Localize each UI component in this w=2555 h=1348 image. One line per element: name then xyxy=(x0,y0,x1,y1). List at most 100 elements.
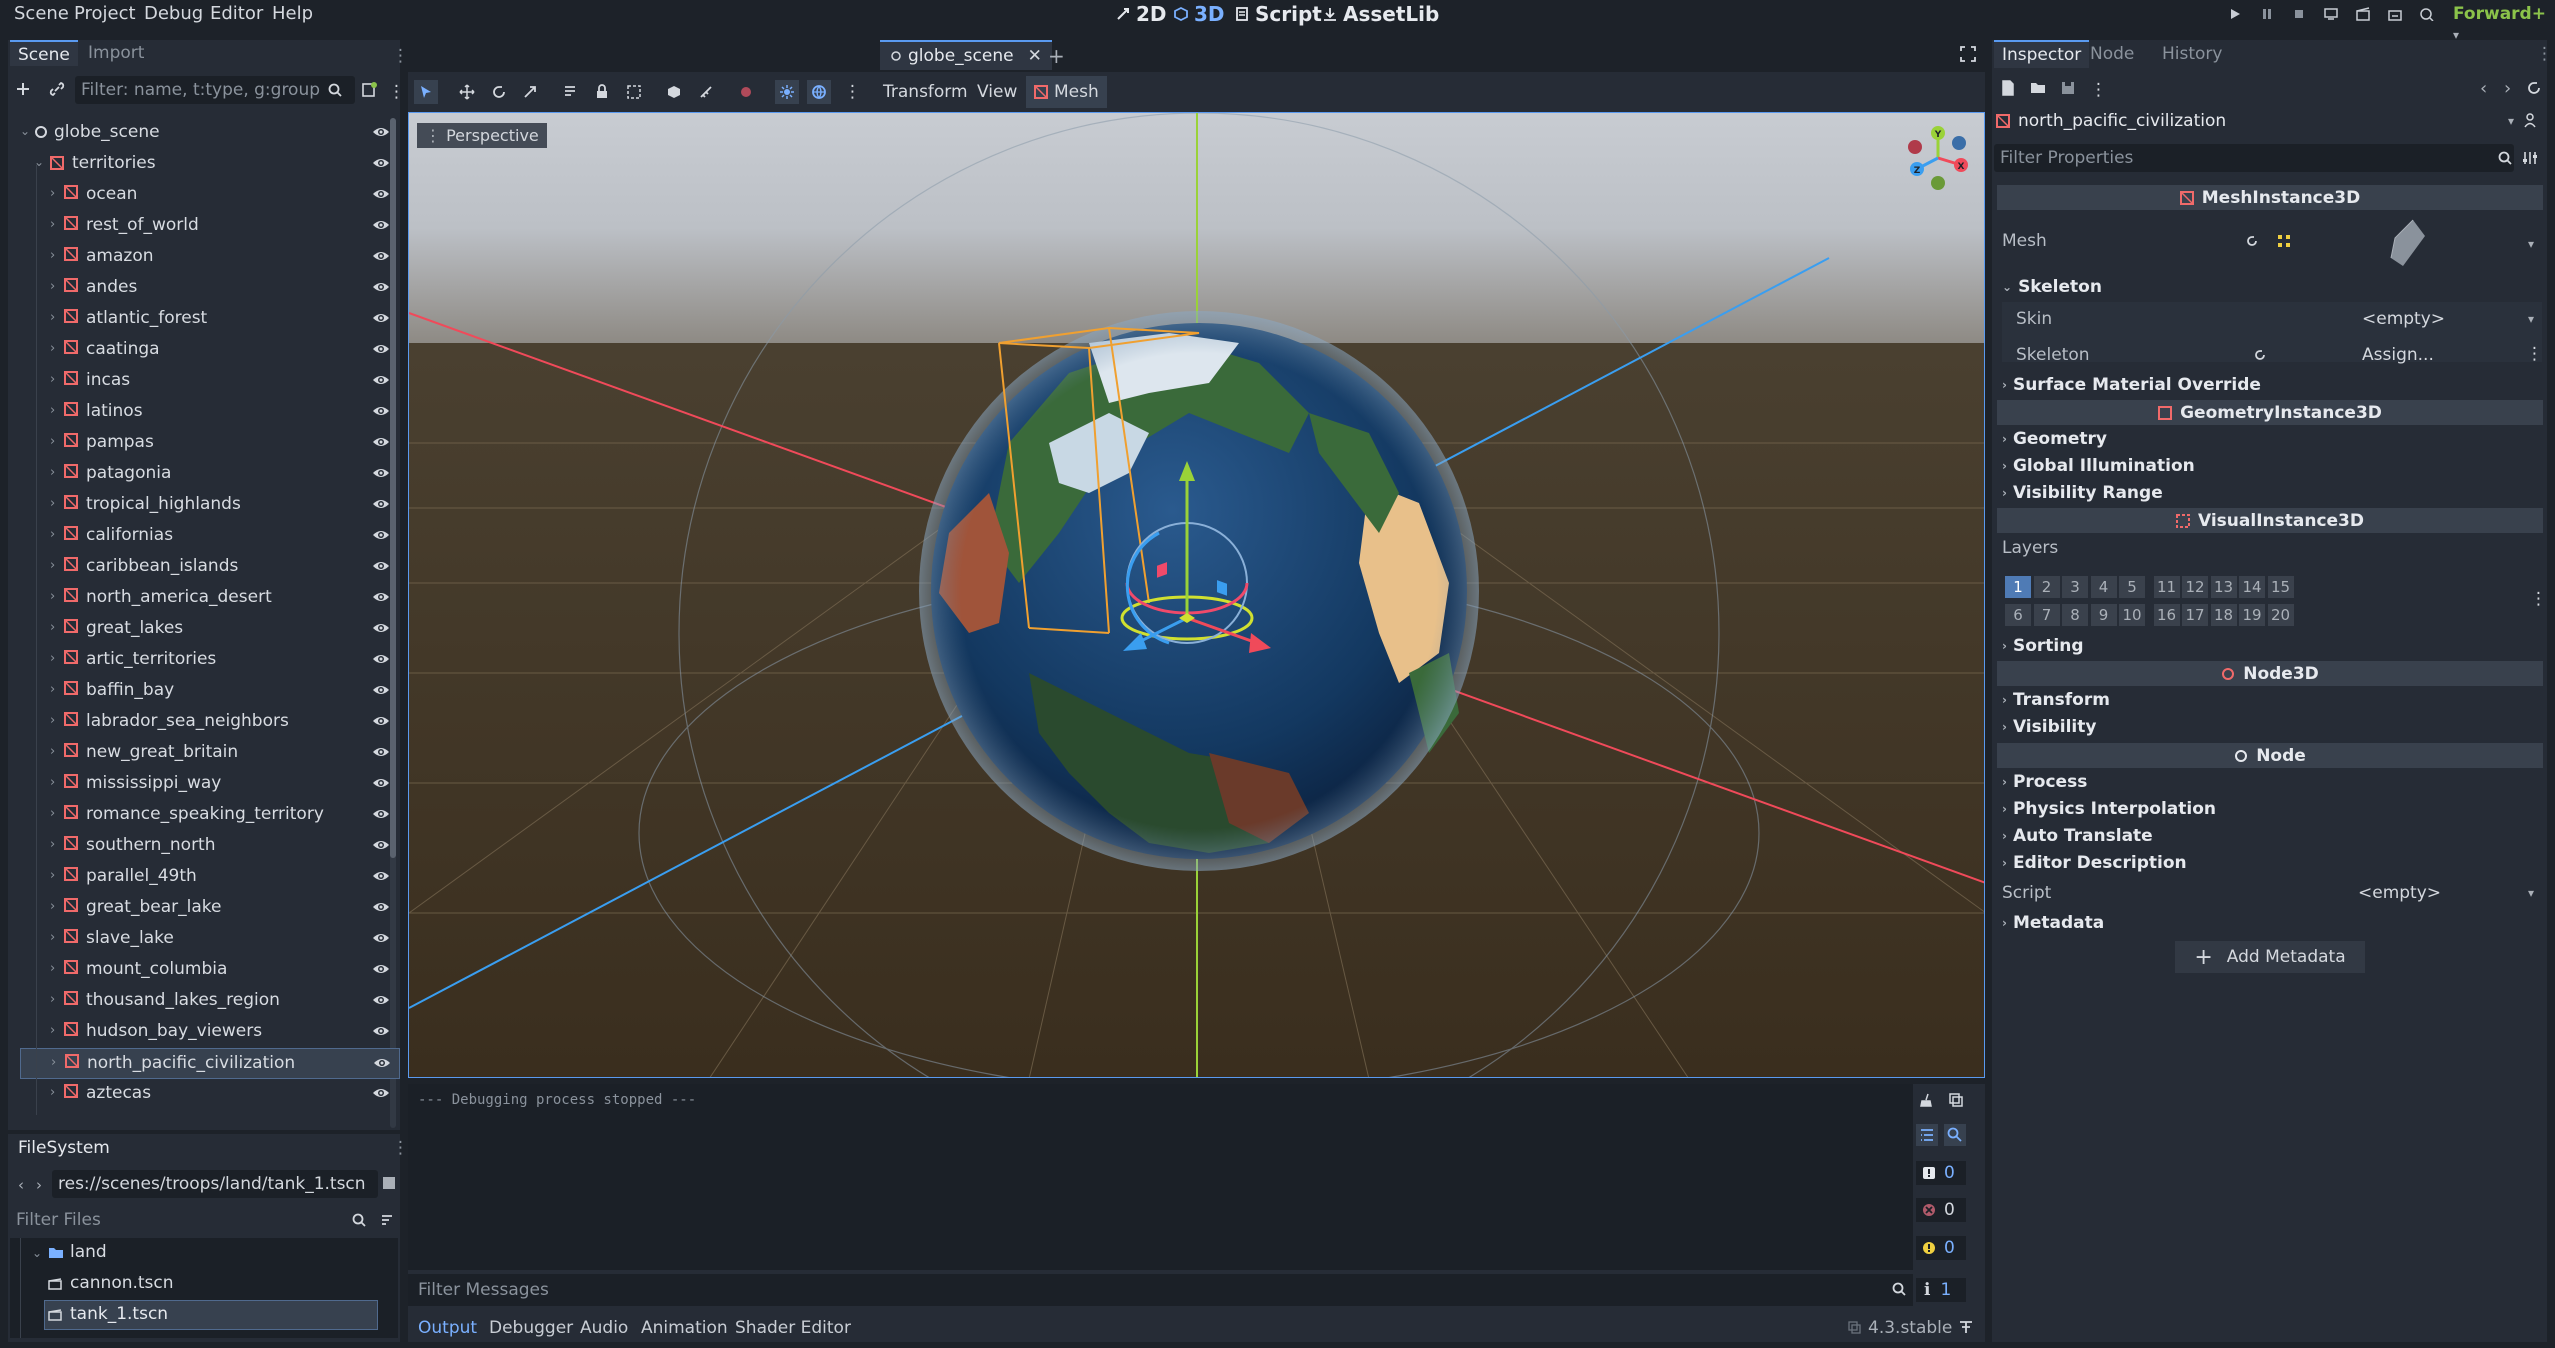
back-arrow-icon[interactable]: ‹ xyxy=(18,1176,24,1194)
tree-row[interactable]: › caribbean_islands xyxy=(20,552,400,583)
workspace-script[interactable]: Script xyxy=(1234,2,1322,26)
chevron-right-icon[interactable]: › xyxy=(50,465,55,480)
chevron-right-icon[interactable]: › xyxy=(50,248,55,263)
eye-icon[interactable] xyxy=(372,217,390,233)
filesystem-filter-input[interactable]: Filter Files xyxy=(16,1210,101,1230)
tab-scene[interactable]: Scene xyxy=(10,40,78,66)
skeleton-assign-button[interactable]: Assign... xyxy=(2362,345,2434,365)
mesh-edit-icon[interactable] xyxy=(2276,233,2292,249)
tree-row[interactable]: › andes xyxy=(20,273,400,304)
workspace-assetlib[interactable]: AssetLib xyxy=(1322,2,1439,26)
warning-count[interactable]: 0 xyxy=(1916,1236,1966,1260)
chevron-right-icon[interactable]: › xyxy=(50,527,55,542)
chevron-right-icon[interactable]: › xyxy=(50,1085,55,1100)
layer-toggle[interactable]: 5 xyxy=(2119,576,2145,598)
layer-toggle[interactable]: 1 xyxy=(2005,576,2031,598)
chevron-right-icon[interactable]: › xyxy=(50,930,55,945)
tree-row[interactable]: › great_bear_lake xyxy=(20,893,400,924)
eye-icon[interactable] xyxy=(373,1055,391,1071)
eye-icon[interactable] xyxy=(372,186,390,202)
menu-help[interactable]: Help xyxy=(272,3,313,24)
workspace-3d[interactable]: 3D xyxy=(1173,2,1225,26)
rotate-mode-button[interactable] xyxy=(487,80,511,104)
clear-output-button[interactable] xyxy=(1918,1092,1934,1108)
eye-icon[interactable] xyxy=(372,744,390,760)
add-tab-icon[interactable]: + xyxy=(1048,44,1065,68)
section-skeleton[interactable]: ⌄ Skeleton xyxy=(2002,277,2102,297)
chevron-right-icon[interactable]: › xyxy=(50,217,55,232)
tree-row[interactable]: › tropical_highlands xyxy=(20,490,400,521)
tree-row[interactable]: › baffin_bay xyxy=(20,676,400,707)
layer-toggle[interactable]: 11 xyxy=(2153,576,2180,598)
section-global-illumination[interactable]: › Global Illumination xyxy=(2002,456,2195,476)
filter-properties-input[interactable]: Filter Properties xyxy=(1994,144,2514,172)
eye-icon[interactable] xyxy=(372,682,390,698)
section-geometry[interactable]: › Geometry xyxy=(2002,429,2107,449)
file-tank-1[interactable]: tank_1.tscn xyxy=(70,1304,168,1324)
viewport-3d[interactable]: ⋮ Perspective Y X Z xyxy=(408,112,1985,1078)
eye-icon[interactable] xyxy=(372,372,390,388)
section-visibility-range[interactable]: › Visibility Range xyxy=(2002,483,2163,503)
section-auto-translate[interactable]: › Auto Translate xyxy=(2002,826,2153,846)
dock-menu-icon[interactable]: ⋮ xyxy=(392,1138,409,1158)
tree-row[interactable]: › amazon xyxy=(20,242,400,273)
scene-tab-active[interactable]: globe_scene ✕ xyxy=(880,40,1052,70)
chevron-right-icon[interactable]: › xyxy=(50,186,55,201)
layer-toggle[interactable]: 13 xyxy=(2210,576,2237,598)
error-count[interactable]: 0 xyxy=(1916,1198,1966,1222)
folder-land[interactable]: land xyxy=(70,1242,107,1262)
play-button[interactable] xyxy=(2224,4,2246,24)
section-editor-description[interactable]: › Editor Description xyxy=(2002,853,2187,873)
chevron-right-icon[interactable]: › xyxy=(50,279,55,294)
tree-row[interactable]: › californias xyxy=(20,521,400,552)
property-menu-icon[interactable]: ⋮ xyxy=(2526,344,2543,364)
eye-icon[interactable] xyxy=(372,1085,390,1101)
chevron-right-icon[interactable]: › xyxy=(50,310,55,325)
tree-row-selected[interactable]: › north_pacific_civilization xyxy=(20,1048,400,1079)
layer-toggle[interactable]: 4 xyxy=(2090,576,2117,598)
tab-inspector[interactable]: Inspector xyxy=(1994,40,2090,68)
ruler-button[interactable] xyxy=(694,80,718,104)
section-physics-interpolation[interactable]: › Physics Interpolation xyxy=(2002,799,2216,819)
tree-row[interactable]: › parallel_49th xyxy=(20,862,400,893)
move-mode-button[interactable] xyxy=(455,80,479,104)
panel-toggle-icon[interactable] xyxy=(1958,1319,1974,1335)
eye-icon[interactable] xyxy=(372,868,390,884)
dock-menu-icon[interactable]: ⋮ xyxy=(392,46,409,66)
mesh-menu[interactable]: Mesh xyxy=(1026,76,1107,108)
lock-button[interactable] xyxy=(590,80,614,104)
preview-sun-button[interactable] xyxy=(734,80,758,104)
filesystem-path-input[interactable]: res://scenes/troops/land/tank_1.tscn xyxy=(52,1170,378,1198)
eye-icon[interactable] xyxy=(372,1023,390,1039)
dock-menu-icon[interactable]: ⋮ xyxy=(2536,44,2553,64)
layer-toggle[interactable]: 19 xyxy=(2239,604,2265,626)
tree-row[interactable]: › incas xyxy=(20,366,400,397)
play-scene-button[interactable] xyxy=(2352,4,2374,24)
section-process[interactable]: › Process xyxy=(2002,772,2087,792)
layer-toggle[interactable]: 8 xyxy=(2062,604,2088,626)
eye-icon[interactable] xyxy=(372,341,390,357)
copy-output-button[interactable] xyxy=(1948,1092,1964,1108)
tree-row[interactable]: › mississippi_way xyxy=(20,769,400,800)
eye-icon[interactable] xyxy=(372,961,390,977)
layer-toggle[interactable]: 10 xyxy=(2119,604,2145,626)
chevron-right-icon[interactable]: › xyxy=(50,341,55,356)
bottom-tab-animation[interactable]: Animation xyxy=(641,1318,728,1338)
layer-toggle[interactable]: 2 xyxy=(2033,576,2060,598)
attach-script-button[interactable] xyxy=(360,81,378,99)
script-value[interactable]: <empty> xyxy=(2358,883,2441,903)
layers-menu-icon[interactable]: ⋮ xyxy=(2530,589,2547,609)
eye-icon[interactable] xyxy=(372,713,390,729)
pause-button[interactable] xyxy=(2256,4,2278,24)
layer-toggle[interactable]: 16 xyxy=(2153,604,2180,626)
tree-row[interactable]: › rest_of_world xyxy=(20,211,400,242)
search-toggle-button[interactable] xyxy=(1944,1124,1966,1146)
eye-icon[interactable] xyxy=(372,403,390,419)
eye-icon[interactable] xyxy=(372,837,390,853)
bottom-tab-audio[interactable]: Audio xyxy=(580,1318,628,1338)
chevron-right-icon[interactable]: › xyxy=(50,682,55,697)
chevron-down-icon[interactable]: ⌄ xyxy=(32,1246,42,1260)
tree-row[interactable]: › new_great_britain xyxy=(20,738,400,769)
layer-toggle[interactable]: 20 xyxy=(2267,604,2294,626)
tree-row[interactable]: › thousand_lakes_region xyxy=(20,986,400,1017)
